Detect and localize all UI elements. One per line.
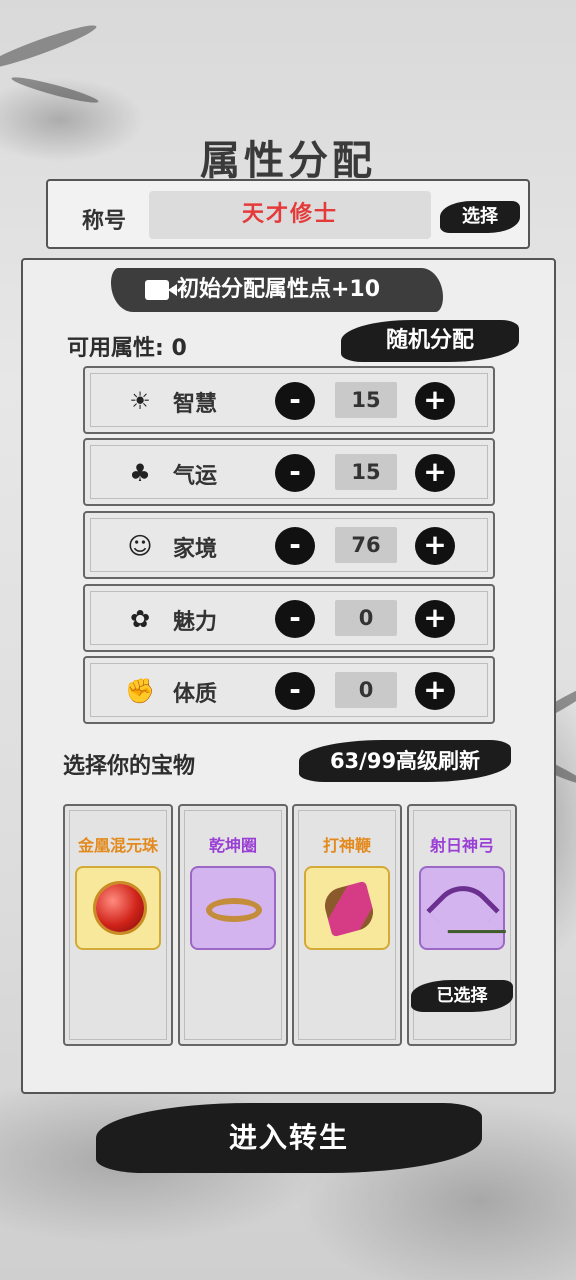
title-label: 称号 <box>82 209 127 234</box>
treasure-image <box>304 866 390 950</box>
whip-icon <box>320 880 378 938</box>
attribute-value: 0 <box>335 600 397 636</box>
attribute-value: 0 <box>335 672 397 708</box>
selected-badge: 已选择 <box>411 980 513 1012</box>
attribute-value: 15 <box>335 382 397 418</box>
muscle-icon: ✊ <box>125 677 155 705</box>
attribute-row-luck: ♣ 气运 - 15 + <box>83 438 495 506</box>
increase-button[interactable]: + <box>415 672 455 710</box>
treasure-name: 乾坤圈 <box>208 836 257 855</box>
attribute-label: 家境 <box>173 537 218 562</box>
attribute-row-charm: ✿ 魅力 - 0 + <box>83 584 495 652</box>
treasure-image <box>190 866 276 950</box>
family-icon: ☺ <box>127 532 153 560</box>
treasure-name: 射日神弓 <box>429 836 494 855</box>
increase-button[interactable]: + <box>415 600 455 638</box>
flower-icon: ✿ <box>129 605 151 633</box>
treasure-image <box>419 866 505 950</box>
attribute-value: 15 <box>335 454 397 490</box>
ad-bonus-label: 初始分配属性点+10 <box>177 277 381 302</box>
treasure-name: 打神鞭 <box>322 836 371 855</box>
enter-reincarnation-button[interactable]: 进入转生 <box>96 1103 482 1173</box>
page-title: 属性分配 <box>200 137 376 184</box>
attribute-panel: 初始分配属性点+10 可用属性: 0 随机分配 ☀ 智慧 - 15 + ♣ 气运… <box>21 258 556 1094</box>
treasure-name: 金凰混元珠 <box>77 836 158 855</box>
title-value-field: 天才修士 <box>149 191 431 239</box>
treasure-card[interactable]: 金凰混元珠 <box>63 804 173 1046</box>
treasure-card[interactable]: 乾坤圈 <box>178 804 288 1046</box>
increase-button[interactable]: + <box>415 527 455 565</box>
attribute-label: 气运 <box>173 464 218 489</box>
attribute-value: 76 <box>335 527 397 563</box>
watch-ad-bonus-button[interactable]: 初始分配属性点+10 <box>111 268 443 312</box>
decrease-button[interactable]: - <box>275 600 315 638</box>
treasure-image <box>75 866 161 950</box>
treasure-section-title: 选择你的宝物 <box>63 754 196 779</box>
pearl-icon <box>96 884 144 932</box>
bamboo-leaf-decoration <box>10 73 100 107</box>
random-allocate-button[interactable]: 随机分配 <box>341 320 519 362</box>
available-points: 可用属性: 0 <box>67 336 187 361</box>
video-camera-icon <box>145 280 169 300</box>
decrease-button[interactable]: - <box>275 454 315 492</box>
attribute-label: 魅力 <box>173 610 218 635</box>
treasure-card-selected[interactable]: 射日神弓 已选择 <box>407 804 517 1046</box>
increase-button[interactable]: + <box>415 382 455 420</box>
premium-refresh-button[interactable]: 63/99高级刷新 <box>299 740 511 782</box>
treasure-card[interactable]: 打神鞭 <box>292 804 402 1046</box>
lightbulb-icon: ☀ <box>129 387 151 415</box>
attribute-label: 体质 <box>173 682 218 707</box>
attribute-row-wisdom: ☀ 智慧 - 15 + <box>83 366 495 434</box>
ring-icon <box>206 898 262 922</box>
attribute-row-family: ☺ 家境 - 76 + <box>83 511 495 579</box>
attribute-label: 智慧 <box>173 392 218 417</box>
bamboo-leaf-decoration <box>0 19 99 75</box>
increase-button[interactable]: + <box>415 454 455 492</box>
title-row: 称号 天才修士 选择 <box>46 179 530 249</box>
decrease-button[interactable]: - <box>275 672 315 710</box>
bow-icon <box>426 873 500 947</box>
attribute-row-constitution: ✊ 体质 - 0 + <box>83 656 495 724</box>
decrease-button[interactable]: - <box>275 527 315 565</box>
decrease-button[interactable]: - <box>275 382 315 420</box>
clover-icon: ♣ <box>129 459 151 487</box>
select-title-button[interactable]: 选择 <box>440 201 520 233</box>
